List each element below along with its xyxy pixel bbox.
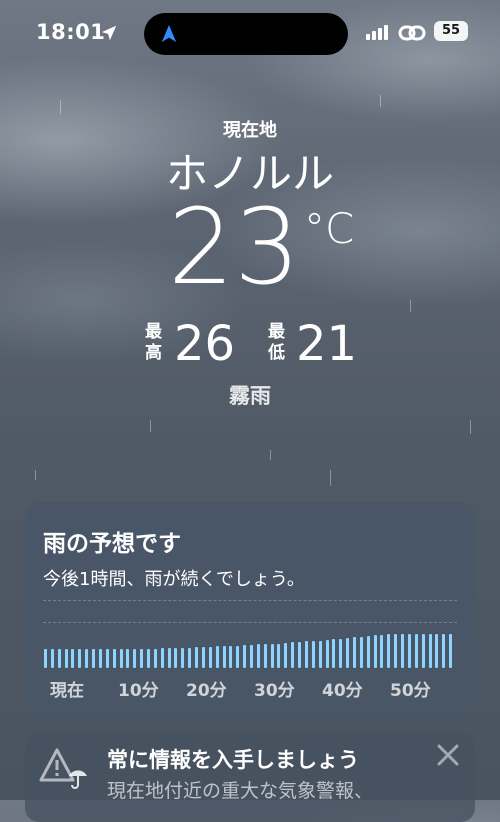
- precipitation-bar: [112, 649, 116, 668]
- precipitation-title: 雨の予想です: [43, 531, 181, 557]
- close-icon[interactable]: [433, 740, 463, 770]
- precipitation-bar: [284, 643, 288, 668]
- precipitation-bar: [366, 636, 370, 668]
- precipitation-bar: [442, 634, 446, 668]
- precipitation-bar: [133, 649, 137, 668]
- precipitation-bar: [298, 642, 302, 668]
- precipitation-bar: [435, 634, 439, 668]
- time-label-40: 40分: [322, 681, 363, 701]
- alerts-card[interactable]: 常に情報を入手しましょう 現在地付近の重大な気象警報、: [25, 732, 475, 822]
- precipitation-bar: [394, 634, 398, 668]
- precipitation-bar: [160, 648, 164, 668]
- temperature-unit: °C: [304, 204, 355, 253]
- precipitation-bar: [277, 644, 281, 668]
- precipitation-bar: [311, 641, 315, 668]
- precipitation-bar: [147, 649, 150, 668]
- high-label: 最高: [145, 322, 162, 363]
- precipitation-bar: [105, 649, 109, 668]
- precipitation-bar: [222, 646, 226, 668]
- precipitation-bar: [332, 639, 336, 668]
- precipitation-bar: [174, 648, 178, 668]
- precipitation-bar: [126, 649, 130, 668]
- status-bar: 18:01 55: [0, 0, 500, 66]
- low-label: 最低: [268, 322, 285, 363]
- precipitation-bar: [208, 647, 212, 668]
- location-arrow-icon: [101, 25, 117, 41]
- precipitation-bar: [215, 646, 219, 668]
- precipitation-bar: [401, 634, 405, 668]
- precipitation-bar: [250, 645, 253, 668]
- weather-alert-icon: [39, 748, 87, 789]
- precipitation-subtitle: 今後1時間、雨が続くでしょう。: [43, 569, 305, 590]
- precipitation-bar: [380, 635, 384, 668]
- precipitation-bar: [414, 634, 418, 668]
- precipitation-bar: [57, 649, 61, 668]
- precipitation-bar: [188, 648, 192, 668]
- low-value: 21: [296, 316, 358, 372]
- precipitation-bar: [119, 649, 123, 668]
- precipitation-bar: [449, 634, 453, 668]
- high-value: 26: [174, 316, 236, 372]
- precipitation-bar: [201, 647, 205, 668]
- precipitation-bar: [346, 638, 350, 668]
- precipitation-bar: [359, 637, 363, 668]
- chart-gridline: [43, 600, 457, 601]
- status-time: 18:01: [36, 20, 106, 44]
- precipitation-bar: [407, 634, 411, 668]
- precipitation-bar: [85, 649, 89, 668]
- dynamic-island[interactable]: [144, 13, 348, 55]
- time-label-20: 20分: [186, 681, 227, 701]
- precipitation-bar: [236, 646, 240, 668]
- precipitation-bar: [195, 647, 199, 668]
- precipitation-bar: [421, 634, 425, 668]
- precipitation-bar: [318, 641, 322, 668]
- time-label-now: 現在: [50, 681, 84, 701]
- temperature-value: 23: [168, 186, 301, 308]
- precipitation-bar: [153, 649, 157, 668]
- precipitation-bar: [50, 649, 54, 668]
- link-icon: [398, 25, 426, 41]
- precipitation-bar: [325, 640, 329, 668]
- current-temperature: 23 °C: [0, 192, 500, 312]
- time-label-30: 30分: [254, 681, 295, 701]
- precipitation-bar: [256, 644, 260, 668]
- precipitation-bar: [64, 649, 68, 668]
- precipitation-bar: [44, 649, 47, 668]
- high-low-temperatures: 最高 26 最低 21: [0, 316, 500, 374]
- precipitation-bar: [387, 634, 391, 668]
- cellular-signal-icon: [366, 24, 392, 40]
- precipitation-bar: [373, 635, 377, 668]
- precipitation-bar: [71, 649, 75, 668]
- alert-title: 常に情報を入手しましょう: [107, 748, 359, 772]
- precipitation-bar: [339, 639, 343, 668]
- time-label-50: 50分: [390, 681, 431, 701]
- precipitation-bar: [92, 649, 96, 668]
- precipitation-bar: [167, 648, 171, 668]
- precipitation-bar: [181, 648, 185, 668]
- precipitation-bar: [353, 637, 356, 668]
- battery-icon: 55: [434, 21, 468, 41]
- precipitation-bar: [98, 649, 102, 668]
- chart-gridline: [43, 622, 457, 623]
- precipitation-bar: [243, 645, 247, 668]
- precipitation-bar: [229, 646, 233, 668]
- precipitation-bar: [270, 644, 274, 668]
- precipitation-bar: [291, 642, 295, 668]
- precipitation-bar: [140, 649, 144, 668]
- alert-text: 現在地付近の重大な気象警報、: [107, 780, 374, 802]
- precipitation-bar: [304, 641, 308, 668]
- location-label: 現在地: [223, 120, 277, 141]
- weather-condition: 霧雨: [229, 384, 271, 408]
- precipitation-bar: [263, 644, 267, 668]
- navigation-arrow-icon: [161, 25, 177, 43]
- time-label-10: 10分: [118, 681, 159, 701]
- precipitation-bar: [78, 649, 82, 668]
- precipitation-bar: [428, 634, 432, 668]
